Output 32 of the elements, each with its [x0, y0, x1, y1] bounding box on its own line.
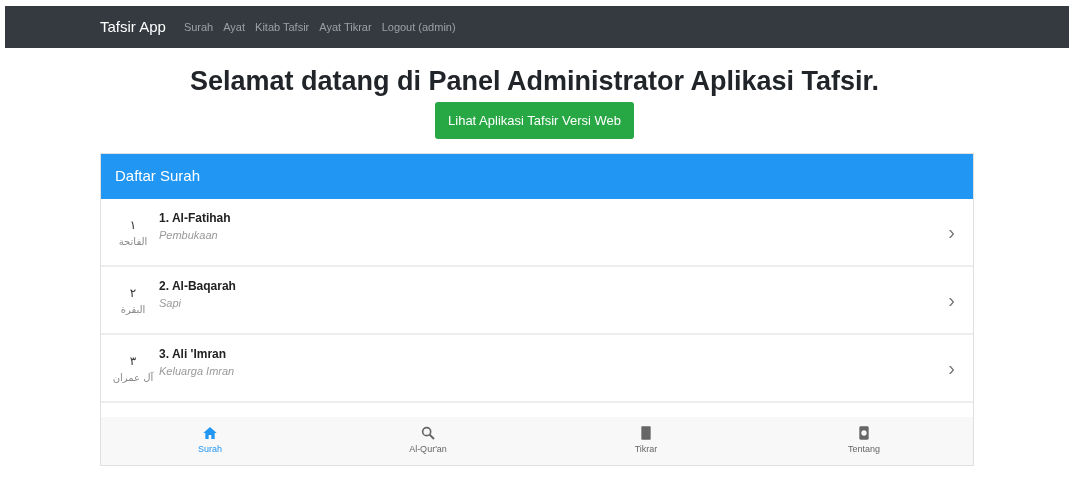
nav-link[interactable]: Logout (admin): [381, 18, 456, 36]
arabic-name: آل عمران: [112, 370, 154, 385]
search-icon: [420, 425, 436, 442]
nav-link[interactable]: Kitab Tafsir: [255, 18, 310, 36]
web-app-button[interactable]: Lihat Aplikasi Tafsir Versi Web: [435, 102, 634, 139]
arabic-name: البقرة: [120, 302, 146, 317]
surah-meaning: Sapi: [159, 295, 183, 311]
chevron-icon: ›: [948, 217, 955, 247]
surah-number: ١: [129, 216, 137, 234]
chevron-icon: ›: [948, 285, 955, 315]
nav-link[interactable]: Ayat Tikrar: [319, 18, 372, 36]
surah-name: 2. Al-Baqarah: [159, 277, 237, 295]
home-icon: [202, 425, 218, 442]
bottom-nav-tab[interactable]: Al-Qur'an: [319, 417, 537, 465]
brand-link[interactable]: Tafsir App: [100, 15, 166, 39]
surah-name: 3. Ali 'Imran: [159, 345, 228, 363]
bottom-nav-tab[interactable]: Tentang: [755, 417, 973, 465]
arabic-name: الفاتحة: [118, 234, 148, 249]
surah-number: ٢: [129, 284, 137, 302]
nav-link[interactable]: Surah: [183, 18, 214, 36]
bottom-nav-tab[interactable]: Surah: [101, 417, 319, 465]
card-header: Daftar Surah: [101, 154, 973, 199]
surah-meaning: Keluarga Imran: [159, 363, 236, 379]
book-icon: [638, 425, 654, 442]
surah-number: ٣: [129, 352, 137, 370]
page-heading: Selamat datang di Panel Administrator Aplikasi Tafsir.: [189, 65, 880, 98]
surah-meaning: Pembukaan: [159, 227, 219, 243]
bottom-nav-tab[interactable]: Tikrar: [537, 417, 755, 465]
surah-name: 1. Al-Fatihah: [159, 209, 232, 227]
chevron-icon: ›: [948, 353, 955, 383]
info-icon: [856, 425, 872, 442]
nav-link[interactable]: Ayat: [223, 18, 246, 36]
